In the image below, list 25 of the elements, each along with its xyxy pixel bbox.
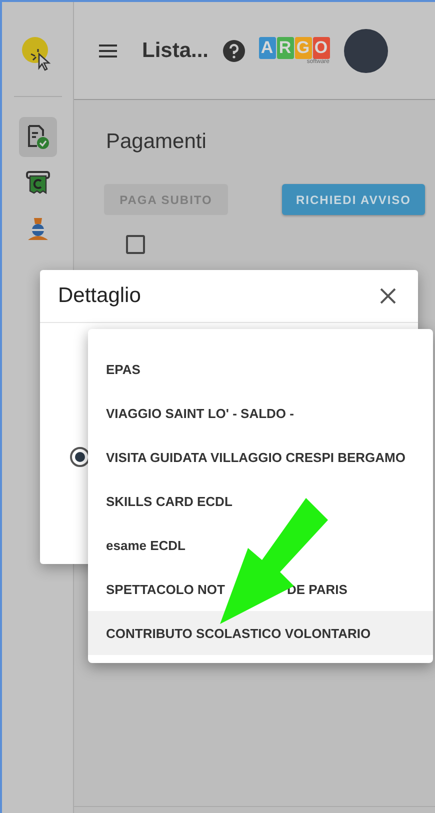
person-icon — [26, 216, 50, 242]
page-title: Pagamenti — [106, 130, 208, 154]
menu-item[interactable]: EPAS — [88, 347, 433, 391]
menu-item-label: esame ECDL — [106, 538, 186, 552]
sidebar-item[interactable] — [18, 117, 56, 157]
app-title: Lista... — [142, 38, 209, 62]
menu-item[interactable]: esame ECDL — [88, 523, 433, 567]
dialog-title: Dettaglio — [58, 284, 141, 308]
menu-item-label: EPAS — [106, 362, 140, 376]
menu-item[interactable]: VIAGGIO SAINT LO' - SALDO - — [88, 391, 433, 435]
close-icon[interactable] — [380, 288, 396, 304]
menu-item[interactable]: CONTRIBUTO SCOLASTICO VOLONTARIO — [88, 611, 433, 655]
menu-item[interactable]: SKILLS CARD ECDL — [88, 479, 433, 523]
menu-item-label: CONTRIBUTO SCOLASTICO VOLONTARIO — [106, 626, 371, 640]
menu-item-label: SPETTACOLO NOT — [106, 582, 225, 596]
menu-icon[interactable] — [98, 44, 118, 58]
avatar[interactable] — [344, 28, 388, 72]
menu-item-label: VISITA GUIDATA VILLAGGIO CRESPI BERGAMO — [106, 450, 406, 464]
help-icon[interactable] — [222, 40, 245, 62]
receipt-icon — [26, 170, 50, 196]
select-all-checkbox[interactable] — [126, 235, 145, 254]
menu-item-label: VIAGGIO SAINT LO' - SALDO - — [106, 406, 294, 420]
menu-item-label: SKILLS CARD ECDL — [106, 494, 232, 508]
document-check-icon — [26, 124, 50, 150]
menu-item[interactable]: VISITA GUIDATA VILLAGGIO CRESPI BERGAMO — [88, 435, 433, 479]
